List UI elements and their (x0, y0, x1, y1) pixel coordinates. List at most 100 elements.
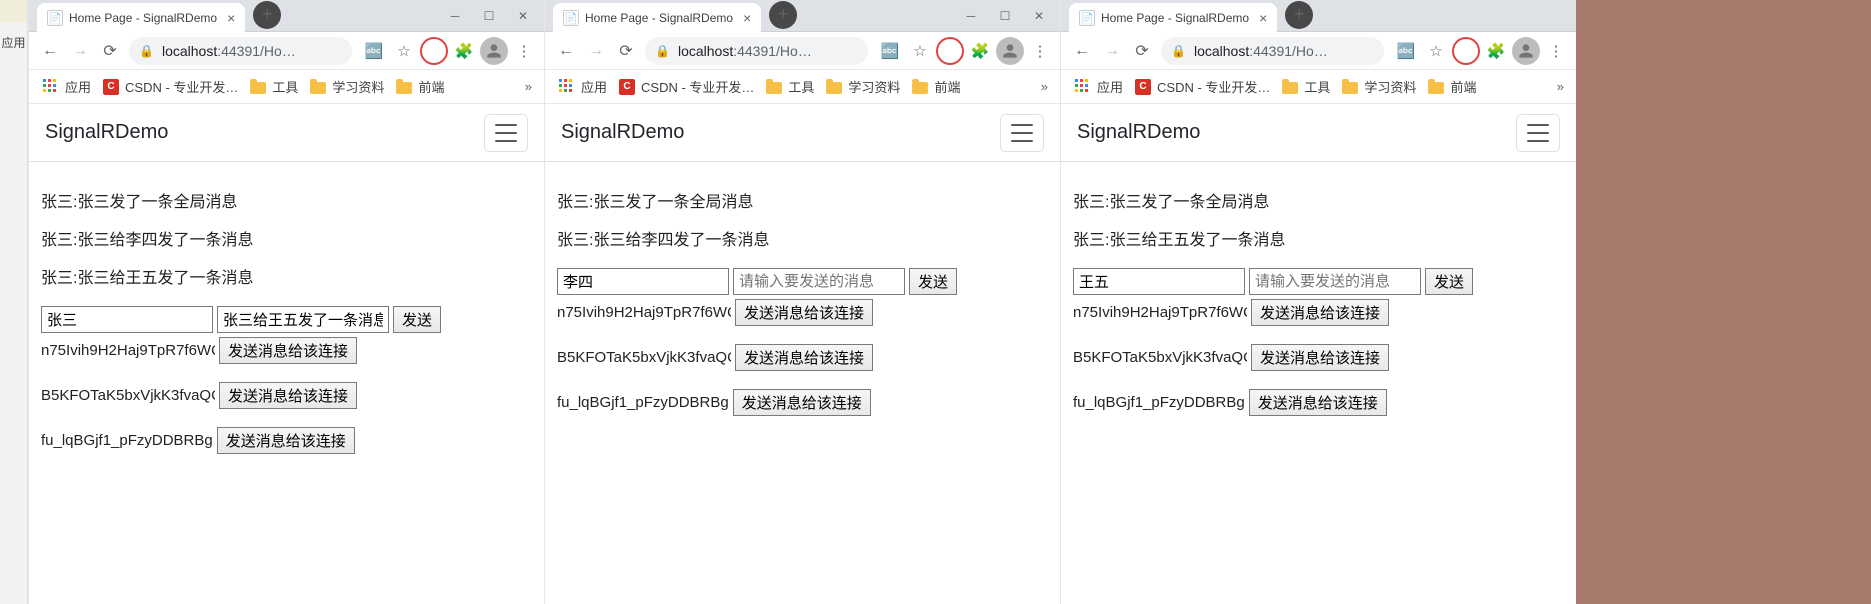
star-icon[interactable]: ☆ (1422, 37, 1450, 65)
address-bar[interactable]: 🔒 localhost:44391/Ho… (129, 37, 352, 65)
profile-avatar[interactable] (480, 37, 508, 65)
minimize-icon[interactable]: ─ (438, 4, 472, 28)
titlebar: Home Page - SignalRDemo × + ─ ☐ ✕ (29, 0, 544, 32)
send-to-connection-button[interactable]: 发送消息给该连接 (1251, 344, 1389, 371)
star-icon[interactable]: ☆ (390, 37, 418, 65)
bookmark-apps[interactable]: 应用 (37, 74, 97, 100)
opera-ext-icon[interactable] (1452, 37, 1480, 65)
send-to-connection-button[interactable]: 发送消息给该连接 (1249, 389, 1387, 416)
bookmarks-bar: 应用 C CSDN - 专业开发… 工具 学习资料 前端 » (29, 70, 544, 104)
bookmark-folder-frontend[interactable]: 前端 (1422, 74, 1482, 100)
message-input[interactable] (1249, 268, 1421, 295)
reload-button[interactable]: ⟳ (95, 36, 125, 66)
bookmark-folder-tools[interactable]: 工具 (1276, 74, 1336, 100)
menu-icon[interactable]: ⋮ (1542, 37, 1570, 65)
bookmark-folder-tools[interactable]: 工具 (244, 74, 304, 100)
translate-icon[interactable]: 🔤 (1392, 37, 1420, 65)
new-tab-button[interactable]: + (769, 1, 797, 29)
forward-button[interactable]: → (65, 36, 95, 66)
bookmark-folder-frontend[interactable]: 前端 (906, 74, 966, 100)
extensions-icon[interactable]: 🧩 (450, 37, 478, 65)
send-to-connection-button[interactable]: 发送消息给该连接 (735, 299, 873, 326)
send-to-connection-button[interactable]: 发送消息给该连接 (1251, 299, 1389, 326)
browser-tab[interactable]: Home Page - SignalRDemo × (553, 3, 761, 33)
connection-id: fu_lqBGjf1_pFzyDDBRBg (1073, 394, 1245, 411)
close-window-icon[interactable]: ✕ (1022, 4, 1056, 28)
window-controls: ─ ☐ ✕ (954, 0, 1060, 28)
new-tab-button[interactable]: + (253, 1, 281, 29)
bookmark-overflow-icon[interactable]: » (521, 79, 536, 94)
profile-avatar[interactable] (1512, 37, 1540, 65)
send-to-connection-button[interactable]: 发送消息给该连接 (217, 427, 355, 454)
back-button[interactable]: ← (1067, 36, 1097, 66)
bookmark-folder-study[interactable]: 学习资料 (304, 74, 390, 100)
send-to-connection-button[interactable]: 发送消息给该连接 (735, 344, 873, 371)
extensions-icon[interactable]: 🧩 (1482, 37, 1510, 65)
new-tab-button[interactable]: + (1285, 1, 1313, 29)
profile-avatar[interactable] (996, 37, 1024, 65)
send-to-connection-button[interactable]: 发送消息给该连接 (219, 382, 357, 409)
connection-row: B5KFOTaK5bxVjkK3fvaQCA 发送消息给该连接 (41, 382, 532, 409)
chat-message: 张三:张三发了一条全局消息 (557, 188, 1048, 212)
bookmark-folder-study[interactable]: 学习资料 (1336, 74, 1422, 100)
message-input[interactable] (733, 268, 905, 295)
bookmark-folder-frontend[interactable]: 前端 (390, 74, 450, 100)
username-input[interactable] (41, 306, 213, 333)
url-path: /Ho… (1292, 43, 1328, 59)
url-action-icons: 🔤 ☆ 🧩 ⋮ (360, 37, 538, 65)
forward-button[interactable]: → (1097, 36, 1127, 66)
bookmark-csdn[interactable]: CCSDN - 专业开发… (613, 74, 760, 100)
bookmark-overflow-icon[interactable]: » (1037, 79, 1052, 94)
send-button[interactable]: 发送 (393, 306, 441, 333)
address-bar[interactable]: 🔒 localhost:44391/Ho… (1161, 37, 1384, 65)
minimize-icon[interactable]: ─ (954, 4, 988, 28)
translate-icon[interactable]: 🔤 (876, 37, 904, 65)
bookmark-csdn[interactable]: CCSDN - 专业开发… (1129, 74, 1276, 100)
address-bar[interactable]: 🔒 localhost:44391/Ho… (645, 37, 868, 65)
close-tab-icon[interactable]: × (227, 10, 235, 26)
forward-button[interactable]: → (581, 36, 611, 66)
opera-ext-icon[interactable] (420, 37, 448, 65)
send-to-connection-button[interactable]: 发送消息给该连接 (733, 389, 871, 416)
window-controls: ─ ☐ ✕ (438, 0, 544, 28)
send-to-connection-button[interactable]: 发送消息给该连接 (219, 337, 357, 364)
menu-icon[interactable]: ⋮ (510, 37, 538, 65)
close-window-icon[interactable]: ✕ (506, 4, 540, 28)
bookmark-overflow-icon[interactable]: » (1553, 79, 1568, 94)
close-tab-icon[interactable]: × (743, 10, 751, 26)
extensions-icon[interactable]: 🧩 (966, 37, 994, 65)
message-input[interactable] (217, 306, 389, 333)
url-action-icons: 🔤 ☆ 🧩 ⋮ (876, 37, 1054, 65)
send-button[interactable]: 发送 (909, 268, 957, 295)
titlebar: Home Page - SignalRDemo × + ─ ☐ ✕ (545, 0, 1060, 32)
url-action-icons: 🔤 ☆ 🧩 ⋮ (1392, 37, 1570, 65)
opera-ext-icon[interactable] (936, 37, 964, 65)
send-button[interactable]: 发送 (1425, 268, 1473, 295)
back-button[interactable]: ← (35, 36, 65, 66)
send-row: 发送 (557, 268, 1048, 295)
browser-window-1: Home Page - SignalRDemo × + ─ ☐ ✕ ← → ⟳ … (544, 0, 1060, 604)
browser-tab[interactable]: Home Page - SignalRDemo × (37, 3, 245, 33)
nav-toggle-button[interactable] (484, 114, 528, 152)
back-button[interactable]: ← (551, 36, 581, 66)
menu-icon[interactable]: ⋮ (1026, 37, 1054, 65)
star-icon[interactable]: ☆ (906, 37, 934, 65)
close-tab-icon[interactable]: × (1259, 10, 1267, 26)
send-row: 发送 (1073, 268, 1564, 295)
reload-button[interactable]: ⟳ (1127, 36, 1157, 66)
browser-tab[interactable]: Home Page - SignalRDemo × (1069, 3, 1277, 33)
maximize-icon[interactable]: ☐ (988, 4, 1022, 28)
reload-button[interactable]: ⟳ (611, 36, 641, 66)
bookmark-apps[interactable]: 应用 (553, 74, 613, 100)
bookmark-apps[interactable]: 应用 (1069, 74, 1129, 100)
bookmark-folder-tools[interactable]: 工具 (760, 74, 820, 100)
connection-row: fu_lqBGjf1_pFzyDDBRBg 发送消息给该连接 (41, 427, 532, 454)
translate-icon[interactable]: 🔤 (360, 37, 388, 65)
nav-toggle-button[interactable] (1000, 114, 1044, 152)
bookmark-folder-study[interactable]: 学习资料 (820, 74, 906, 100)
username-input[interactable] (1073, 268, 1245, 295)
username-input[interactable] (557, 268, 729, 295)
nav-toggle-button[interactable] (1516, 114, 1560, 152)
bookmark-csdn[interactable]: C CSDN - 专业开发… (97, 74, 244, 100)
maximize-icon[interactable]: ☐ (472, 4, 506, 28)
